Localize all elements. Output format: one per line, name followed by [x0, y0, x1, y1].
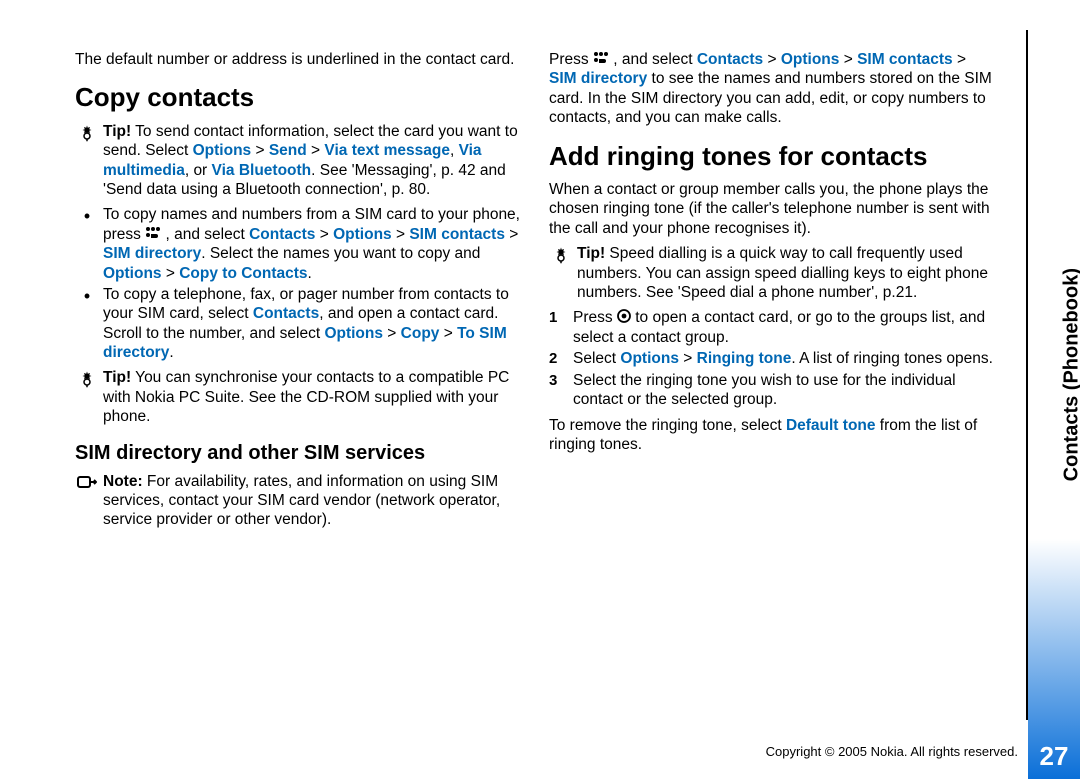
sim-directory-paragraph: Press , and select Contacts > Options > …	[549, 50, 995, 128]
step-2: 2 Select Options > Ringing tone. A list …	[549, 349, 995, 369]
section-tab: Contacts (Phonebook)	[1040, 48, 1060, 268]
tip-icon	[549, 244, 573, 267]
heading-ringing-tones: Add ringing tones for contacts	[549, 140, 995, 173]
tip-icon	[75, 122, 99, 145]
tip-icon	[75, 368, 99, 391]
left-column: The default number or address is underli…	[75, 50, 521, 536]
copyright-text: Copyright © 2005 Nokia. All rights reser…	[766, 744, 1018, 759]
bullet-icon: •	[75, 205, 99, 225]
heading-copy-contacts: Copy contacts	[75, 81, 521, 114]
ringing-intro: When a contact or group member calls you…	[549, 180, 995, 238]
tip-send-contact: Tip! To send contact information, select…	[75, 122, 521, 200]
menu-key-icon	[593, 51, 609, 69]
section-tab-label: Contacts (Phonebook)	[1060, 268, 1080, 481]
heading-sim-directory: SIM directory and other SIM services	[75, 441, 521, 466]
intro-paragraph: The default number or address is underli…	[75, 50, 521, 69]
page-number-box: 27	[1028, 733, 1080, 779]
page-body: The default number or address is underli…	[75, 50, 995, 536]
bullet-icon: •	[75, 285, 99, 305]
step-number: 2	[549, 349, 569, 369]
tip-label: Tip!	[577, 245, 605, 262]
tip-speed-dial: Tip! Speed dialling is a quick way to ca…	[549, 244, 995, 302]
note-icon	[75, 472, 99, 493]
tip-pc-suite: Tip! You can synchronise your contacts t…	[75, 368, 521, 426]
step-number: 1	[549, 308, 569, 328]
note-label: Note:	[103, 473, 143, 490]
remove-ringing-paragraph: To remove the ringing tone, select Defau…	[549, 416, 995, 455]
step-number: 3	[549, 371, 569, 391]
ringing-steps: 1 Press to open a contact card, or go to…	[549, 308, 995, 409]
bullet-sim-to-phone: • To copy names and numbers from a SIM c…	[75, 205, 521, 283]
bullet-phone-to-sim: • To copy a telephone, fax, or pager num…	[75, 285, 521, 363]
tip-label: Tip!	[103, 123, 131, 140]
page-number: 27	[1040, 741, 1069, 772]
step-3: 3 Select the ringing tone you wish to us…	[549, 371, 995, 410]
joystick-icon	[617, 309, 631, 327]
menu-key-icon	[145, 226, 161, 244]
note-sim-services: Note: For availability, rates, and infor…	[75, 472, 521, 530]
copy-bullets: • To copy names and numbers from a SIM c…	[75, 205, 521, 362]
step-1: 1 Press to open a contact card, or go to…	[549, 308, 995, 347]
tip-label: Tip!	[103, 369, 131, 386]
right-column: Press , and select Contacts > Options > …	[549, 50, 995, 536]
side-rule	[1026, 30, 1028, 720]
